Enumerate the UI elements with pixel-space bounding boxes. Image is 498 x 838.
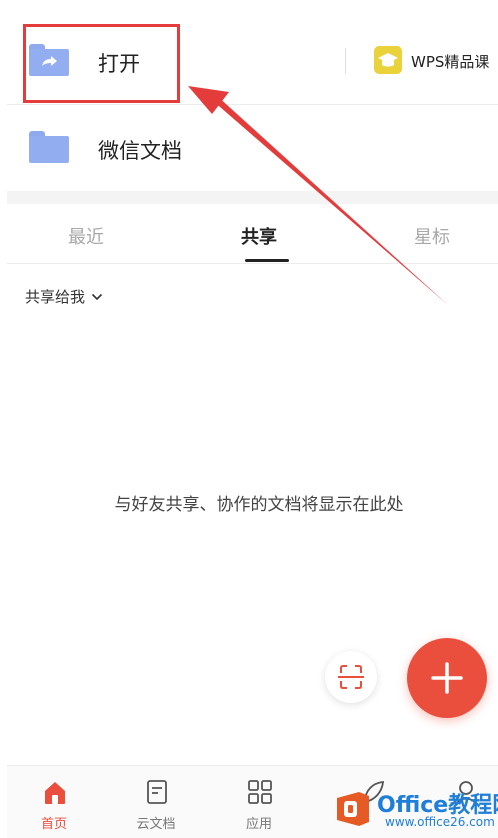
wps-course-link[interactable]: WPS精品课: [411, 51, 489, 72]
tab-starred[interactable]: 星标: [414, 223, 450, 249]
home-icon: [45, 782, 65, 804]
graduation-cap-icon[interactable]: [374, 46, 402, 74]
empty-state-message: 与好友共享、协作的文档将显示在此处: [114, 495, 404, 515]
shared-filter-label: 共享给我: [25, 288, 86, 306]
watermark: Office教程网 www.office26.com: [333, 783, 498, 838]
folder-icon: [29, 131, 69, 163]
tab-shared[interactable]: 共享: [241, 223, 277, 249]
scan-button[interactable]: [325, 651, 377, 703]
watermark-url: www.office26.com: [385, 815, 495, 829]
scan-icon: [338, 665, 364, 689]
nav-apps-label: 应用: [245, 817, 272, 832]
nav-cloud-docs[interactable]: 云文档: [111, 766, 201, 838]
add-button[interactable]: [407, 638, 487, 718]
active-tab-indicator: [245, 259, 289, 262]
plus-icon: [431, 662, 463, 694]
nav-home-label: 首页: [40, 817, 67, 832]
highlight-box: [23, 24, 180, 103]
tab-recent[interactable]: 最近: [68, 223, 104, 249]
apps-grid-icon: [248, 780, 272, 804]
office-logo-icon: [337, 792, 369, 826]
chevron-down-icon: [91, 293, 103, 300]
divider: [345, 48, 346, 74]
wechat-folder-label: 微信文档: [98, 139, 182, 163]
wechat-folder-row[interactable]: 微信文档: [7, 105, 498, 191]
section-separator: [7, 191, 498, 204]
cloud-doc-icon: [147, 780, 167, 804]
document-tabs: 最近 共享 星标: [7, 204, 498, 264]
nav-cloud-docs-label: 云文档: [136, 817, 176, 832]
nav-home[interactable]: 首页: [9, 766, 99, 838]
nav-apps[interactable]: 应用: [214, 766, 304, 838]
shared-filter-dropdown[interactable]: 共享给我: [25, 286, 103, 307]
